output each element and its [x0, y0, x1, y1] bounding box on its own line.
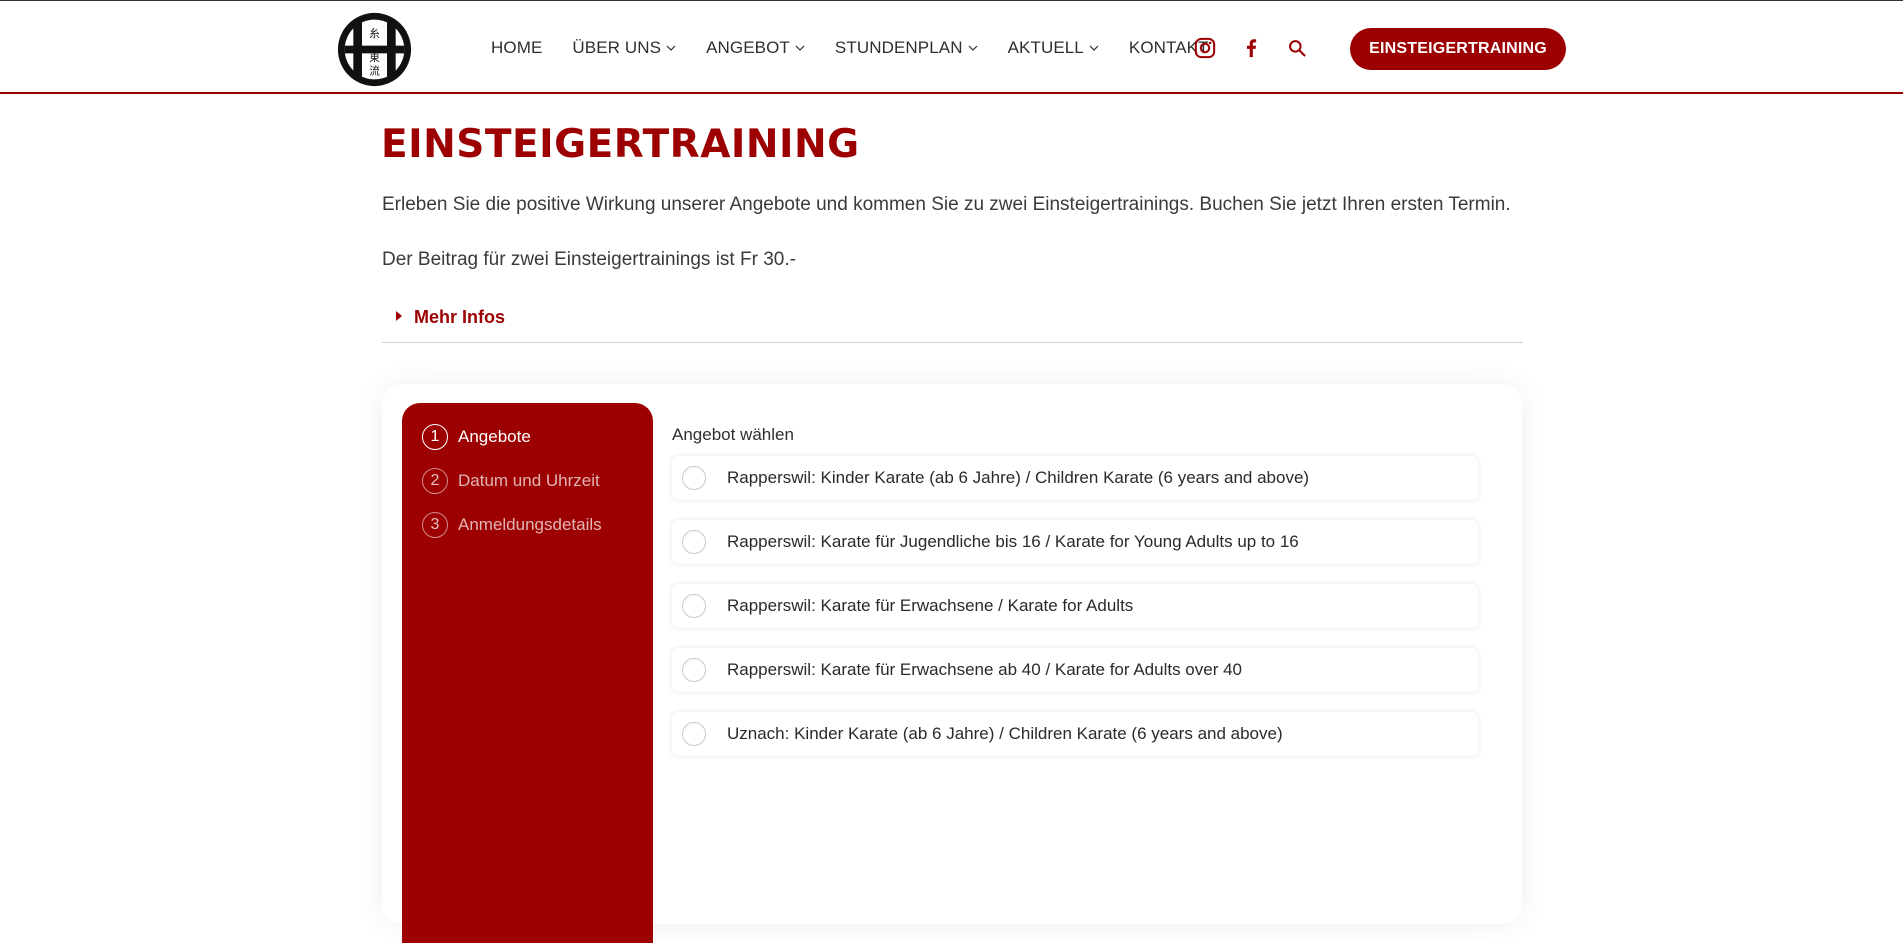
offer-label: Rapperswil: Karate für Erwachsene / Kara…: [727, 596, 1134, 615]
page-title: EINSTEIGERTRAINING: [381, 122, 860, 167]
step-number: 1: [422, 424, 448, 450]
offer-option[interactable]: Uznach: Kinder Karate (ab 6 Jahre) / Chi…: [672, 712, 1478, 756]
offer-label: Rapperswil: Karate für Jugendliche bis 1…: [727, 532, 1299, 551]
social-icons: [1193, 1, 1331, 95]
site-header: 糸 東 流 HOME ÜBER UNS ANGEBOT STUNDENPLAN …: [0, 0, 1903, 94]
booking-widget: 1 Angebote 2 Datum und Uhrzeit 3 Anmeldu…: [382, 384, 1522, 943]
step-label: Angebote: [458, 427, 531, 446]
offer-option[interactable]: Rapperswil: Kinder Karate (ab 6 Jahre) /…: [672, 456, 1478, 500]
logo-glyph-2: 東: [369, 51, 380, 64]
step-anmeldungsdetails[interactable]: 3 Anmeldungsdetails: [422, 512, 602, 538]
logo-icon[interactable]: 糸 東 流: [336, 11, 413, 88]
chevron-down-icon: [795, 45, 805, 51]
nav-item-label: AKTUELL: [1007, 38, 1084, 57]
search-icon[interactable]: [1285, 36, 1309, 60]
nav-item-label: ANGEBOT: [706, 38, 790, 57]
nav-item-stundenplan[interactable]: STUNDENPLAN: [835, 38, 978, 58]
instagram-icon[interactable]: [1193, 36, 1217, 60]
step-datum-und-uhrzeit[interactable]: 2 Datum und Uhrzeit: [422, 468, 600, 494]
nav-item-label: STUNDENPLAN: [834, 38, 963, 57]
nav-item-label: ÜBER UNS: [572, 38, 662, 57]
logo-glyph-3: 流: [369, 65, 380, 78]
radio-button[interactable]: [682, 722, 706, 746]
mehr-infos-label: Mehr Infos: [414, 307, 506, 327]
offer-label: Rapperswil: Karate für Erwachsene ab 40 …: [727, 660, 1242, 679]
offer-option[interactable]: Rapperswil: Karate für Erwachsene / Kara…: [672, 584, 1478, 628]
einsteigertraining-button[interactable]: EINSTEIGERTRAINING: [1350, 28, 1566, 70]
offer-option[interactable]: Rapperswil: Karate für Jugendliche bis 1…: [672, 520, 1478, 564]
nav-item-home[interactable]: HOME: [491, 38, 542, 58]
booking-steps-panel: 1 Angebote 2 Datum und Uhrzeit 3 Anmeldu…: [402, 403, 653, 943]
step-angebote[interactable]: 1 Angebote: [422, 424, 531, 450]
step-label: Anmeldungsdetails: [458, 515, 602, 534]
chevron-down-icon: [1089, 45, 1099, 51]
step-number: 3: [422, 512, 448, 538]
mehr-infos-toggle[interactable]: Mehr Infos: [382, 300, 1523, 343]
radio-button[interactable]: [682, 530, 706, 554]
fee-text: Der Beitrag für zwei Einsteigertrainings…: [382, 249, 796, 270]
chevron-down-icon: [968, 45, 978, 51]
nav-item-ueber-uns[interactable]: ÜBER UNS: [572, 38, 676, 58]
nav-item-label: HOME: [491, 38, 543, 57]
step-number: 2: [422, 468, 448, 494]
caret-right-icon: [396, 311, 402, 321]
facebook-icon[interactable]: [1239, 36, 1263, 60]
nav-item-angebot[interactable]: ANGEBOT: [706, 38, 805, 58]
step-label: Datum und Uhrzeit: [458, 471, 600, 490]
main-nav: HOME ÜBER UNS ANGEBOT STUNDENPLAN AKTUEL…: [491, 1, 1239, 95]
radio-button[interactable]: [682, 594, 706, 618]
intro-text: Erleben Sie die positive Wirkung unserer…: [382, 194, 1511, 215]
offer-label: Uznach: Kinder Karate (ab 6 Jahre) / Chi…: [727, 724, 1283, 743]
chevron-down-icon: [666, 45, 676, 51]
logo-glyph-1: 糸: [369, 28, 380, 40]
nav-item-aktuell[interactable]: AKTUELL: [1008, 38, 1099, 58]
offer-label: Rapperswil: Kinder Karate (ab 6 Jahre) /…: [727, 468, 1310, 487]
offer-option[interactable]: Rapperswil: Karate für Erwachsene ab 40 …: [672, 648, 1478, 692]
offers-label: Angebot wählen: [672, 425, 794, 444]
radio-button[interactable]: [682, 658, 706, 682]
radio-button[interactable]: [682, 466, 706, 490]
